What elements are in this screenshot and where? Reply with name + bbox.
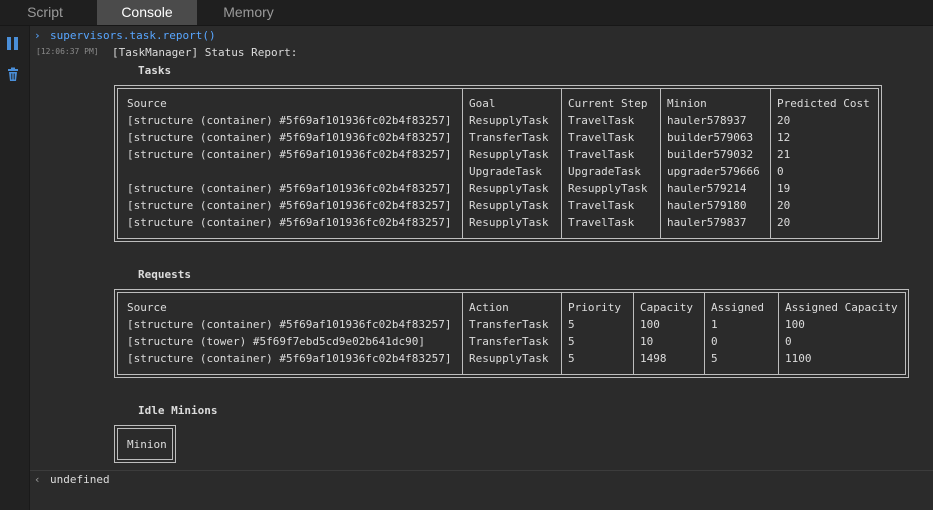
tasks-cell: builder579032	[667, 148, 754, 161]
tasks-cell: hauler579214	[667, 182, 747, 195]
tasks-cell: ResupplyTask	[469, 216, 549, 229]
requests-cell: 0	[711, 335, 718, 348]
tasks-cell: TravelTask	[568, 148, 635, 161]
tasks-cell: ResupplyTask	[469, 199, 549, 212]
tasks-table-row: [structure (container) #5f69af101936fc02…	[118, 197, 878, 214]
tasks-cell: [structure (container) #5f69af101936fc02…	[127, 216, 452, 229]
idle-minions-heading: Idle Minions	[138, 404, 218, 417]
requests-cell: 5	[568, 318, 575, 331]
requests-column-header: Priority	[568, 301, 621, 314]
tasks-cell: builder579063	[667, 131, 754, 144]
tasks-heading: Tasks	[138, 64, 172, 77]
result-chevron-icon: ‹	[34, 473, 41, 486]
tasks-table-row: [structure (container) #5f69af101936fc02…	[118, 112, 878, 129]
tasks-cell: TravelTask	[568, 199, 635, 212]
tasks-column-header: Minion	[667, 97, 707, 110]
tasks-cell: [structure (container) #5f69af101936fc02…	[127, 131, 452, 144]
pause-icon[interactable]	[5, 36, 21, 52]
requests-column-header: Capacity	[640, 301, 693, 314]
tasks-cell: hauler579837	[667, 216, 747, 229]
requests-cell: TransferTask	[469, 335, 549, 348]
tasks-table-row: [structure (container) #5f69af101936fc02…	[118, 180, 878, 197]
tasks-cell: upgrader579666	[667, 165, 760, 178]
tasks-column-header: Goal	[469, 97, 496, 110]
console-sidebar	[0, 26, 30, 510]
requests-heading: Requests	[138, 268, 191, 281]
tasks-cell: UpgradeTask	[469, 165, 542, 178]
trash-icon[interactable]	[5, 67, 21, 83]
requests-column-header: Source	[127, 301, 167, 314]
log-timestamp: [12:06:37 PM]	[36, 47, 99, 56]
requests-cell: TransferTask	[469, 318, 549, 331]
tasks-cell: 19	[777, 182, 791, 195]
tab-bar: Script Console Memory	[0, 0, 933, 26]
requests-cell: 5	[711, 352, 718, 365]
tasks-cell: 21	[777, 148, 791, 161]
requests-column-header: Assigned	[711, 301, 764, 314]
requests-cell: ResupplyTask	[469, 352, 549, 365]
tab-memory[interactable]: Memory	[197, 0, 300, 25]
result-line: undefined	[50, 473, 110, 486]
requests-cell: 100	[785, 318, 805, 331]
tasks-cell: 12	[777, 131, 791, 144]
console-output: › supervisors.task.report() [12:06:37 PM…	[30, 26, 933, 510]
tasks-cell: 0	[777, 165, 784, 178]
requests-cell: 100	[640, 318, 660, 331]
tasks-cell: TravelTask	[568, 114, 635, 127]
tasks-table: Source Goal Current Step Minion Predicted Co…	[114, 85, 882, 242]
tasks-cell: TravelTask	[568, 216, 635, 229]
requests-table-row: [structure (container) #5f69af101936fc02…	[118, 316, 905, 333]
requests-header-row: Source Action Priority Capacity Assigned Assi…	[118, 299, 905, 316]
requests-cell: 0	[785, 335, 792, 348]
requests-cell: 5	[568, 335, 575, 348]
requests-cell: [structure (container) #5f69af101936fc02…	[127, 352, 452, 365]
requests-cell: 5	[568, 352, 575, 365]
tasks-cell: 20	[777, 216, 791, 229]
requests-table-row: [structure (container) #5f69af101936fc02…	[118, 350, 905, 367]
tab-script[interactable]: Script	[0, 0, 90, 25]
command-line: supervisors.task.report()	[50, 29, 216, 42]
idle-column-header: Minion	[127, 438, 167, 451]
tasks-cell: ResupplyTask	[469, 148, 549, 161]
idle-header-row: Minion	[118, 436, 172, 453]
tasks-column-header: Predicted Cost	[777, 97, 870, 110]
tasks-column-header: Current Step	[568, 97, 648, 110]
tab-console[interactable]: Console	[97, 0, 197, 25]
tasks-cell: 20	[777, 199, 791, 212]
requests-cell: 10	[640, 335, 654, 348]
tasks-cell: ResupplyTask	[568, 182, 648, 195]
tasks-table-row: [structure (container) #5f69af101936fc02…	[118, 146, 878, 163]
log-message: [TaskManager] Status Report:	[112, 46, 298, 59]
tasks-cell: ResupplyTask	[469, 182, 549, 195]
tasks-cell	[123, 163, 462, 180]
tasks-table-row: [structure (container) #5f69af101936fc02…	[118, 129, 878, 146]
requests-cell: [structure (container) #5f69af101936fc02…	[127, 318, 452, 331]
tasks-header-row: Source Goal Current Step Minion Predicted Co…	[118, 95, 878, 112]
tasks-cell: TransferTask	[469, 131, 549, 144]
tasks-table-row: [structure (container) #5f69af101936fc02…	[118, 214, 878, 231]
requests-table-row: [structure (tower) #5f69f7ebd5cd9e02b641…	[118, 333, 905, 350]
requests-column-header: Action	[469, 301, 509, 314]
tasks-cell: [structure (container) #5f69af101936fc02…	[127, 182, 452, 195]
tasks-cell: [structure (container) #5f69af101936fc02…	[127, 199, 452, 212]
requests-column-header: Assigned Capacity	[785, 301, 898, 314]
tasks-cell: UpgradeTask	[568, 165, 641, 178]
tasks-cell: hauler579180	[667, 199, 747, 212]
tasks-cell: 20	[777, 114, 791, 127]
tasks-column-header: Source	[127, 97, 167, 110]
requests-cell: 1100	[785, 352, 812, 365]
requests-table: Source Action Priority Capacity Assigned Assi…	[114, 289, 909, 378]
prompt-chevron-icon: ›	[34, 29, 41, 42]
requests-cell: [structure (tower) #5f69f7ebd5cd9e02b641…	[127, 335, 426, 348]
tasks-cell: ResupplyTask	[469, 114, 549, 127]
tasks-cell: [structure (container) #5f69af101936fc02…	[127, 114, 452, 127]
tasks-cell: hauler578937	[667, 114, 747, 127]
requests-cell: 1498	[640, 352, 667, 365]
tasks-cell: TravelTask	[568, 131, 635, 144]
idle-minions-table: Minion	[114, 425, 176, 463]
result-divider	[30, 470, 933, 471]
tasks-table-row: UpgradeTask UpgradeTask upgrader579666 0	[118, 163, 878, 180]
tasks-cell: [structure (container) #5f69af101936fc02…	[127, 148, 452, 161]
requests-cell: 1	[711, 318, 718, 331]
